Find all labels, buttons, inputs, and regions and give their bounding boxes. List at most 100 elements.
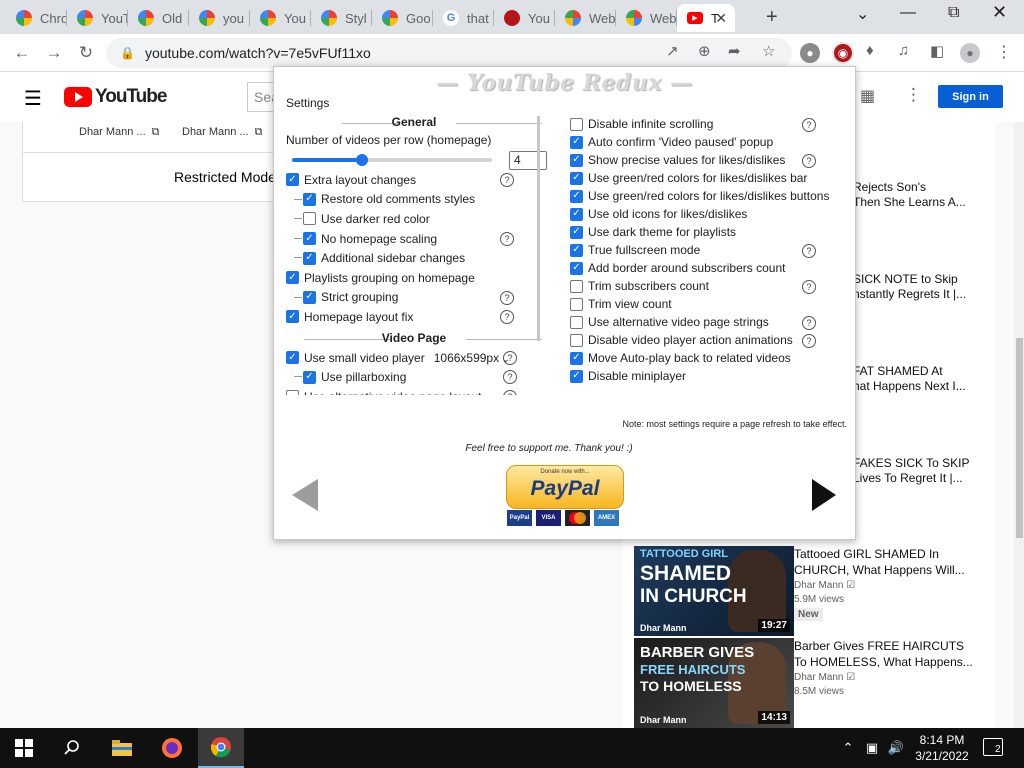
video-thumbnail[interactable]: TATTOOED GIRL SHAMED IN CHURCH Dhar Mann… <box>634 546 794 636</box>
setting-option[interactable]: Use alternative video page layout? <box>286 387 548 395</box>
network-icon[interactable]: ▣ <box>860 736 884 760</box>
video-title[interactable]: Barber Gives FREE HAIRCUTS To HOMELESS, … <box>794 638 984 670</box>
setting-option[interactable]: ✓ Use small video player 1066x599px ⌄? <box>286 348 548 368</box>
youtube-redux-extension-icon[interactable]: ◉ <box>832 42 854 64</box>
left-settings-column[interactable]: General Number of videos per row (homepa… <box>286 111 548 395</box>
setting-option[interactable]: ✓ Disable miniplayer <box>570 367 840 385</box>
settings-scrollbar[interactable] <box>537 116 540 341</box>
related-video-title[interactable]: Rejects Son's Then She Learns A... <box>853 180 983 210</box>
help-icon[interactable]: ? <box>500 173 514 187</box>
browser-tab[interactable]: you <box>189 4 250 32</box>
checkbox-unchecked[interactable] <box>570 117 583 131</box>
forward-arrow-icon[interactable]: → <box>42 41 66 65</box>
checkbox-checked[interactable]: ✓ <box>570 171 583 185</box>
back-arrow-icon[interactable]: ← <box>10 41 34 65</box>
setting-option[interactable]: Trim subscribers count? <box>570 277 840 295</box>
setting-option[interactable]: ✓ Move Auto-play back to related videos <box>570 349 840 367</box>
setting-option[interactable]: ✓ Playlists grouping on homepage <box>286 268 548 288</box>
side-panel-icon[interactable]: ◧ <box>930 42 944 60</box>
setting-option[interactable]: ✓ Auto confirm 'Video paused' popup <box>570 133 840 151</box>
help-icon[interactable]: ? <box>802 334 816 348</box>
browser-tab[interactable]: Styl <box>311 4 372 32</box>
chrome-taskbar-icon[interactable] <box>198 728 244 768</box>
help-icon[interactable]: ? <box>802 316 816 330</box>
help-icon[interactable]: ? <box>503 389 517 395</box>
close-tab-icon[interactable]: ✕ <box>715 10 727 27</box>
windows-start-icon[interactable] <box>12 736 36 760</box>
related-video-title[interactable]: FAT SHAMED At hat Happens Next I... <box>853 364 983 394</box>
media-control-icon[interactable]: ♫ <box>898 42 909 59</box>
reload-icon[interactable]: ↻ <box>74 41 98 65</box>
extension-gray-icon[interactable]: ● <box>800 43 820 63</box>
address-bar[interactable]: 🔒 youtube.com/watch?v=7e5vFUf11xo <box>106 38 792 68</box>
checkbox-checked[interactable]: ✓ <box>570 153 583 167</box>
slider-thumb[interactable] <box>356 154 368 166</box>
credit-link-2[interactable]: Dhar Mann ... ⧉ <box>182 126 263 139</box>
file-explorer-icon[interactable] <box>110 736 134 760</box>
checkbox-unchecked[interactable] <box>286 390 299 395</box>
help-icon[interactable]: ? <box>500 290 514 305</box>
checkbox-checked[interactable]: ✓ <box>570 207 583 221</box>
help-icon[interactable]: ? <box>802 244 816 258</box>
sign-in-button[interactable]: Sign in <box>938 85 1003 108</box>
apps-grid-icon[interactable]: ▦ <box>860 86 875 106</box>
browser-tab[interactable]: ▶ T ✕ <box>677 4 735 32</box>
open-in-app-icon[interactable]: ↗ <box>666 42 679 60</box>
previous-page-arrow-icon[interactable] <box>292 479 318 511</box>
url-text[interactable]: youtube.com/watch?v=7e5vFUf11xo <box>145 45 371 61</box>
videos-per-row-slider[interactable]: 4 <box>286 150 548 170</box>
minimize-button[interactable]: — <box>900 4 916 22</box>
youtube-logo[interactable]: YouTube <box>64 86 167 108</box>
setting-option[interactable]: ✓ Strict grouping? <box>286 288 548 308</box>
setting-option[interactable]: ✓ Use dark theme for playlists <box>570 223 840 241</box>
checkbox-unchecked[interactable] <box>303 212 316 226</box>
zoom-icon[interactable]: ⊕ <box>698 42 711 60</box>
browser-tab[interactable]: Web <box>616 4 677 32</box>
checkbox-checked[interactable]: ✓ <box>570 369 583 383</box>
checkbox-unchecked[interactable] <box>570 333 583 347</box>
related-video-title[interactable]: FAKES SICK To SKIP Lives To Regret It |.… <box>853 456 983 486</box>
setting-option[interactable]: ✓ Extra layout changes? <box>286 170 548 190</box>
checkbox-checked[interactable]: ✓ <box>286 173 299 187</box>
next-page-arrow-icon[interactable] <box>812 479 836 511</box>
new-tab-button[interactable]: + <box>766 6 778 29</box>
setting-option[interactable]: ✓ Show precise values for likes/dislikes? <box>570 151 840 169</box>
system-clock[interactable]: 8:14 PM 3/21/2022 <box>904 732 980 764</box>
related-video-title[interactable]: SICK NOTE to Skip nstantly Regrets It |.… <box>853 272 983 302</box>
bookmark-star-icon[interactable]: ☆ <box>762 42 775 60</box>
setting-option[interactable]: Use darker red color <box>286 209 548 229</box>
channel-name[interactable]: Dhar Mann ☑ <box>794 672 855 683</box>
player-size-dropdown[interactable]: 1066x599px ⌄ <box>434 351 510 365</box>
checkbox-checked[interactable]: ✓ <box>570 261 583 275</box>
paypal-donate-button[interactable]: Donate now with... PayPal <box>506 465 624 509</box>
checkbox-checked[interactable]: ✓ <box>570 243 583 257</box>
setting-option[interactable]: Disable video player action animations? <box>570 331 840 349</box>
help-icon[interactable]: ? <box>802 280 816 294</box>
checkbox-checked[interactable]: ✓ <box>286 310 299 324</box>
setting-option[interactable]: ✓ Use green/red colors for likes/dislikes… <box>570 187 840 205</box>
checkbox-checked[interactable]: ✓ <box>303 370 316 384</box>
setting-option[interactable]: ✓ Use green/red colors for likes/dislikes… <box>570 169 840 187</box>
video-title[interactable]: Tattooed GIRL SHAMED In CHURCH, What Hap… <box>794 546 984 578</box>
checkbox-unchecked[interactable] <box>570 315 583 329</box>
profile-avatar-icon[interactable]: ● <box>960 43 980 63</box>
browser-tab[interactable]: Chro <box>6 4 67 32</box>
firefox-icon[interactable] <box>160 736 184 760</box>
browser-tab[interactable]: You <box>250 4 311 32</box>
setting-option[interactable]: ✓ Additional sidebar changes <box>286 248 548 268</box>
checkbox-unchecked[interactable] <box>570 297 583 311</box>
help-icon[interactable]: ? <box>503 350 517 365</box>
checkbox-checked[interactable]: ✓ <box>303 232 316 246</box>
hamburger-menu-icon[interactable]: ☰ <box>24 86 42 111</box>
setting-option[interactable]: ✓ Add border around subscribers count <box>570 259 840 277</box>
checkbox-checked[interactable]: ✓ <box>303 251 316 265</box>
checkbox-checked[interactable]: ✓ <box>570 351 583 365</box>
browser-tab[interactable]: Goo <box>372 4 433 32</box>
tray-chevron-icon[interactable]: ⌃ <box>836 736 860 760</box>
chrome-menu-icon[interactable]: ⋮ <box>996 42 1012 62</box>
setting-option[interactable]: Disable infinite scrolling? <box>570 115 840 133</box>
checkbox-checked[interactable]: ✓ <box>286 271 299 285</box>
setting-option[interactable]: ✓ Homepage layout fix? <box>286 307 548 327</box>
setting-option[interactable]: Trim view count <box>570 295 840 313</box>
more-vert-icon[interactable]: ⋮ <box>905 85 922 105</box>
